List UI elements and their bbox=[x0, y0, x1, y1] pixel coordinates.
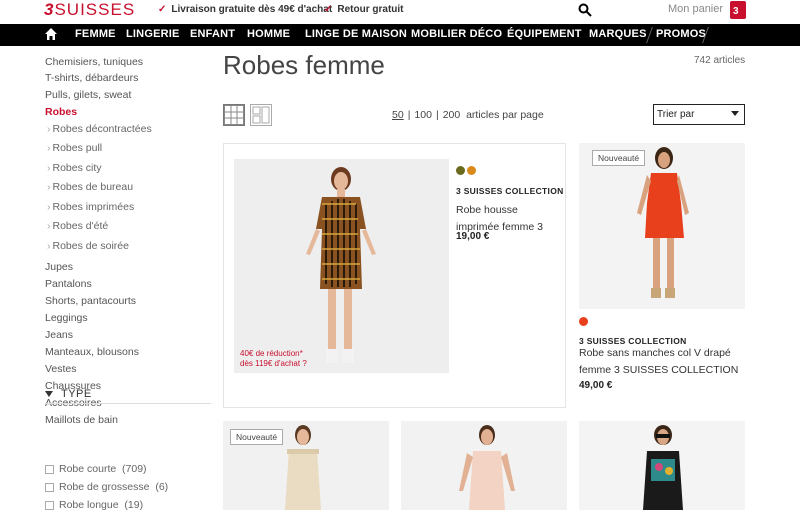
sidebar-item-jeans[interactable]: Jeans bbox=[45, 329, 73, 341]
grid-icon bbox=[224, 105, 244, 125]
checkbox[interactable] bbox=[45, 500, 54, 510]
sidebar-item-jupes[interactable]: Jupes bbox=[45, 261, 73, 273]
model-photo bbox=[643, 425, 683, 510]
mosaic-view-toggle[interactable] bbox=[250, 104, 272, 126]
mosaic-icon bbox=[252, 106, 270, 124]
article-count: 742 articles bbox=[694, 55, 746, 66]
chevron-down-icon bbox=[731, 111, 739, 116]
product-image[interactable] bbox=[234, 159, 449, 373]
sidebar-item-tshirts[interactable]: T-shirts, débardeurs bbox=[45, 72, 138, 84]
product-image[interactable] bbox=[579, 143, 745, 309]
nav-linge-de-maison[interactable]: LINGE DE MAISON bbox=[305, 28, 407, 40]
product-price: 49,00 € bbox=[579, 380, 613, 391]
page-title: Robes femme bbox=[223, 50, 385, 80]
model-photo bbox=[459, 425, 515, 510]
nav-promos[interactable]: PROMOS bbox=[656, 28, 706, 40]
check-icon: ✓ bbox=[324, 4, 333, 15]
sidebar-item-robes[interactable]: Robes bbox=[45, 106, 77, 118]
per-page-label: articles par page bbox=[466, 109, 544, 121]
home-icon[interactable] bbox=[44, 27, 58, 41]
promo-notice: 40€ de réduction* dès 119€ d'achat ? bbox=[240, 349, 307, 368]
product-card[interactable]: 40€ de réduction* dès 119€ d'achat ? 3 SU… bbox=[223, 143, 566, 408]
sidebar-item-pantalons[interactable]: Pantalons bbox=[45, 278, 92, 290]
product-name[interactable]: Robe sans manches col V drapé femme 3 SU… bbox=[579, 345, 739, 379]
checkbox[interactable] bbox=[45, 482, 54, 492]
nav-femme[interactable]: FEMME bbox=[75, 28, 116, 40]
nav-separator bbox=[646, 27, 653, 43]
sidebar-subitem-ete[interactable]: › Robes d'été bbox=[47, 220, 108, 232]
nav-mobilier-deco[interactable]: MOBILIER DÉCO bbox=[411, 28, 502, 40]
triangle-down-icon bbox=[45, 391, 53, 398]
per-page-200[interactable]: 200 bbox=[443, 109, 461, 121]
logo-number: 3 bbox=[44, 0, 55, 19]
sidebar-item-chemisiers[interactable]: Chemisiers, tuniques bbox=[45, 56, 143, 68]
free-return-notice: ✓ Retour gratuit bbox=[324, 4, 404, 15]
cart-label[interactable]: Mon panier bbox=[668, 3, 723, 15]
filter-robe-longue[interactable]: Robe longue (19) bbox=[45, 499, 143, 510]
new-badge: Nouveauté bbox=[230, 429, 284, 445]
type-filter-heading[interactable]: TYPE bbox=[45, 388, 92, 400]
per-page-100[interactable]: 100 bbox=[414, 109, 432, 121]
sidebar-item-maillots[interactable]: Maillots de bain bbox=[45, 414, 118, 426]
filter-robe-courte[interactable]: Robe courte (709) bbox=[45, 463, 147, 475]
sidebar-subitem-city[interactable]: › Robes city bbox=[47, 162, 102, 174]
sidebar-subitem-pull[interactable]: › Robes pull bbox=[47, 142, 102, 154]
logo-text: SUISSES bbox=[54, 0, 136, 19]
color-swatch[interactable] bbox=[456, 166, 465, 175]
nav-lingerie[interactable]: LINGERIE bbox=[126, 28, 180, 40]
color-swatch[interactable] bbox=[467, 166, 476, 175]
items-per-page: 50 | 100 | 200 articles par page bbox=[392, 109, 544, 121]
top-bar: 3SUISSES ✓ Livraison gratuite dès 49€ d'a… bbox=[0, 0, 800, 24]
help-icon[interactable]: ? bbox=[302, 359, 306, 368]
nav-equipement[interactable]: ÉQUIPEMENT bbox=[507, 28, 582, 40]
sidebar-item-manteaux[interactable]: Manteaux, blousons bbox=[45, 346, 139, 358]
svg-text:3: 3 bbox=[733, 6, 739, 17]
cart-icon[interactable]: 3 bbox=[730, 1, 746, 19]
nav-enfant[interactable]: ENFANT bbox=[190, 28, 235, 40]
main-nav: FEMME LINGERIE ENFANT HOMME LINGE DE MAI… bbox=[0, 24, 800, 46]
free-delivery-text: Livraison gratuite dès 49€ d'achat bbox=[171, 4, 333, 15]
search-icon[interactable] bbox=[578, 3, 592, 17]
product-price: 19,00 € bbox=[456, 231, 490, 242]
check-icon: ✓ bbox=[158, 4, 167, 15]
logo[interactable]: 3SUISSES bbox=[44, 0, 135, 20]
sidebar-item-shorts[interactable]: Shorts, pantacourts bbox=[45, 295, 136, 307]
sidebar-item-leggings[interactable]: Leggings bbox=[45, 312, 88, 324]
sidebar-subitem-soiree[interactable]: › Robes de soirée bbox=[47, 240, 129, 252]
product-brand: 3 SUISSES COLLECTION bbox=[456, 186, 564, 196]
sort-select[interactable]: Trier par bbox=[653, 104, 745, 125]
free-delivery-notice: ✓ Livraison gratuite dès 49€ d'achat bbox=[158, 4, 332, 15]
sidebar-item-pulls[interactable]: Pulls, gilets, sweat bbox=[45, 89, 131, 101]
sidebar-subitem-imprimees[interactable]: › Robes imprimées bbox=[47, 201, 134, 213]
product-image[interactable] bbox=[401, 421, 567, 510]
per-page-50[interactable]: 50 bbox=[392, 109, 404, 121]
product-image[interactable] bbox=[579, 421, 745, 510]
new-badge: Nouveauté bbox=[592, 150, 646, 166]
grid-view-toggle[interactable] bbox=[223, 104, 245, 126]
sidebar-subitem-decontractees[interactable]: › Robes décontractées bbox=[47, 123, 152, 135]
sidebar-item-vestes[interactable]: Vestes bbox=[45, 363, 77, 375]
sidebar-subitem-bureau[interactable]: › Robes de bureau bbox=[47, 181, 133, 193]
free-return-text: Retour gratuit bbox=[337, 4, 404, 15]
checkbox[interactable] bbox=[45, 464, 54, 474]
filter-robe-grossesse[interactable]: Robe de grossesse (6) bbox=[45, 481, 168, 493]
model-photo bbox=[637, 147, 689, 298]
color-swatch[interactable] bbox=[579, 317, 588, 326]
nav-homme[interactable]: HOMME bbox=[247, 28, 290, 40]
divider bbox=[45, 403, 211, 404]
model-photo bbox=[306, 167, 376, 363]
nav-marques[interactable]: MARQUES bbox=[589, 28, 647, 40]
